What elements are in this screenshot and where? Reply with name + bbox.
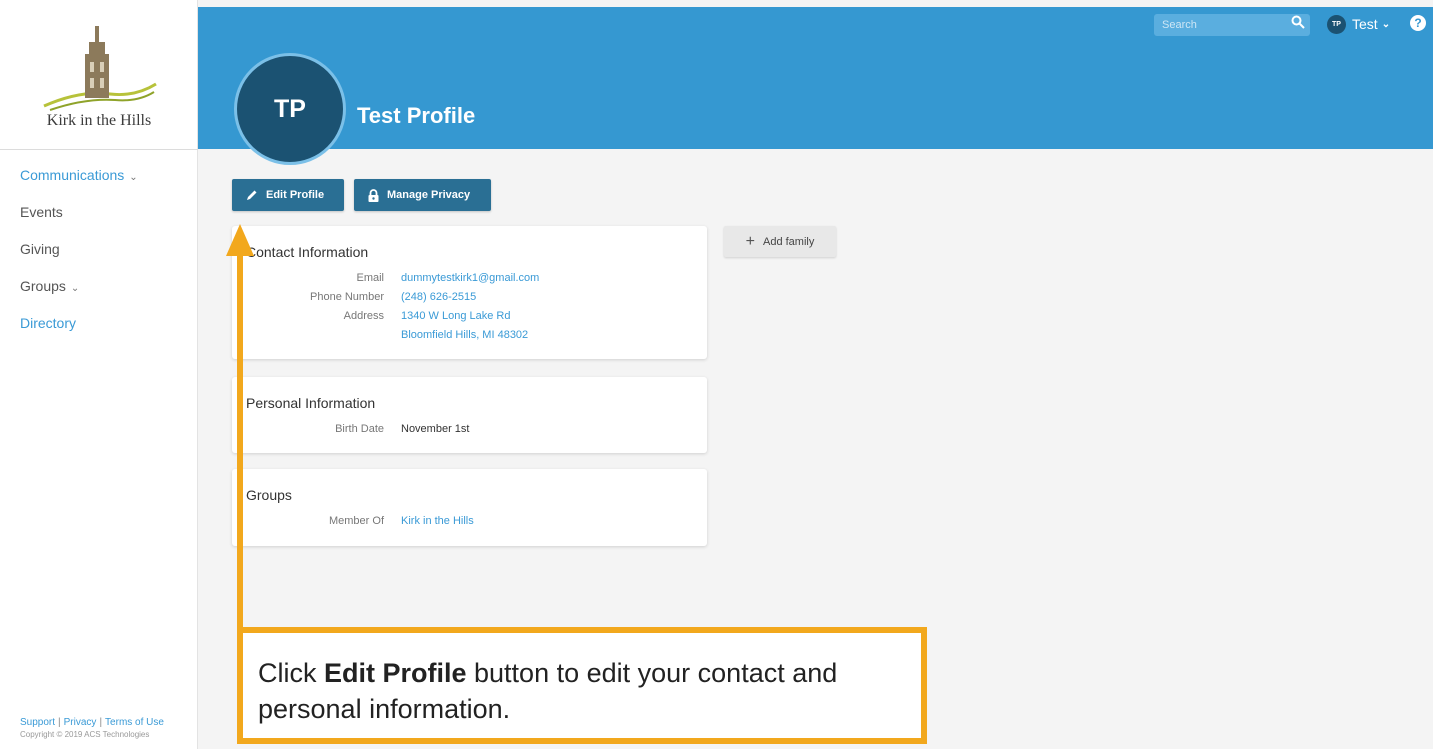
- chevron-down-icon: ⌄: [129, 172, 138, 183]
- email-label: Email: [356, 272, 384, 284]
- user-name: Test: [1352, 16, 1378, 32]
- edit-profile-button[interactable]: Edit Profile: [232, 179, 344, 211]
- callout-prefix: Click: [258, 658, 324, 688]
- page-title: Test Profile: [357, 103, 476, 128]
- card-title: Contact Information: [246, 244, 369, 260]
- phone-label: Phone Number: [310, 291, 384, 303]
- annotation-callout: Click Edit Profile button to edit your c…: [237, 627, 927, 744]
- sidebar-item-label: Directory: [20, 315, 77, 331]
- sidebar-item-label: Events: [20, 204, 63, 220]
- copyright-text: Copyright © 2019 ACS Technologies: [20, 730, 150, 739]
- search-input[interactable]: [1162, 16, 1282, 34]
- avatar: TP: [1327, 14, 1346, 34]
- chevron-down-icon: ⌄: [70, 283, 80, 294]
- support-link[interactable]: Support: [20, 717, 55, 728]
- callout-bold: Edit Profile: [324, 658, 467, 688]
- chevron-down-icon: ⌄: [1381, 18, 1391, 30]
- sidebar-nav: Communications ⌄ Events Giving Groups ⌄ Di…: [0, 160, 198, 345]
- contact-information-card: Contact Information Email dummytestkirk1…: [232, 226, 707, 359]
- sidebar-item-label: Giving: [20, 241, 60, 257]
- sidebar-item-label: Communications: [20, 167, 125, 183]
- help-icon[interactable]: ?: [1410, 15, 1426, 31]
- edit-profile-label: Edit Profile: [266, 189, 325, 201]
- profile-avatar: TP: [234, 53, 346, 165]
- separator: |: [99, 717, 103, 728]
- address-label: Address: [343, 310, 384, 322]
- sidebar-item-giving[interactable]: Giving: [0, 234, 198, 271]
- pencil-icon: [247, 190, 257, 200]
- user-menu[interactable]: TP Test ⌄: [1327, 13, 1390, 35]
- annotation-arrow-head: [226, 224, 254, 256]
- lock-icon: [368, 188, 379, 202]
- sidebar-footer: Support | Privacy | Terms of Use Copyright ©…: [20, 717, 190, 739]
- birth-date-label: Birth Date: [335, 423, 384, 435]
- terms-link[interactable]: Terms of Use: [105, 717, 164, 728]
- sidebar-item-events[interactable]: Events: [0, 197, 198, 234]
- separator: |: [58, 717, 61, 728]
- annotation-arrow: [237, 250, 243, 634]
- profile-header: TP Test ⌄ ? TP Test Profile: [198, 7, 1433, 165]
- sidebar-item-groups[interactable]: Groups ⌄: [0, 271, 198, 308]
- email-value[interactable]: dummytestkirk1@gmail.com: [401, 272, 539, 284]
- member-of-value[interactable]: Kirk in the Hills: [401, 515, 474, 527]
- add-family-button[interactable]: + Add family: [724, 226, 836, 257]
- address-line2[interactable]: Bloomfield Hills, MI 48302: [401, 329, 528, 341]
- church-name: Kirk in the Hills: [46, 112, 152, 129]
- card-title: Personal Information: [246, 395, 376, 411]
- birth-date-value: November 1st: [401, 423, 470, 435]
- sidebar-item-label: Groups: [20, 278, 66, 294]
- church-tower-icon: [43, 26, 157, 111]
- search-box[interactable]: [1154, 14, 1310, 36]
- add-family-label: Add family: [762, 235, 815, 248]
- privacy-link[interactable]: Privacy: [64, 717, 97, 728]
- groups-card: Groups Member Of Kirk in the Hills: [232, 469, 707, 546]
- phone-value[interactable]: (248) 626-2515: [401, 291, 476, 303]
- sidebar: Kirk in the Hills Communications ⌄ Events…: [0, 0, 198, 749]
- manage-privacy-button[interactable]: Manage Privacy: [354, 179, 491, 211]
- manage-privacy-label: Manage Privacy: [387, 189, 471, 201]
- member-of-label: Member Of: [328, 515, 384, 527]
- church-logo[interactable]: Kirk in the Hills: [0, 0, 198, 150]
- sidebar-item-directory[interactable]: Directory: [0, 308, 198, 345]
- sidebar-item-communications[interactable]: Communications ⌄: [0, 160, 198, 197]
- address-line1[interactable]: 1340 W Long Lake Rd: [401, 310, 510, 322]
- search-icon[interactable]: [1291, 15, 1305, 29]
- card-title: Groups: [246, 487, 292, 503]
- callout-text: Click Edit Profile button to edit your c…: [258, 655, 918, 727]
- plus-icon: +: [745, 232, 755, 250]
- personal-information-card: Personal Information Birth Date November…: [232, 377, 707, 453]
- footer-links: Support | Privacy | Terms of Use: [20, 717, 190, 728]
